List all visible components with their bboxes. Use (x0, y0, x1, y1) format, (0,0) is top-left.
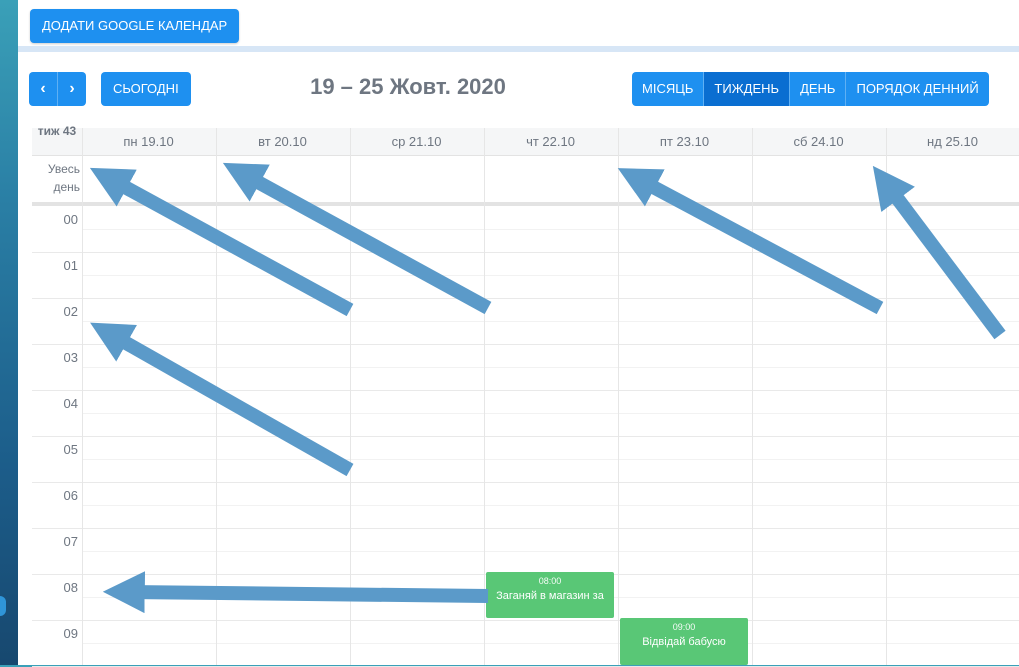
column-divider (216, 128, 217, 665)
day-header-sat[interactable]: сб 24.10 (752, 134, 885, 149)
all-day-row[interactable]: Увесь день (32, 156, 1019, 206)
side-indicator (0, 596, 6, 616)
calendar-event[interactable]: 08:00 Заганяй в магазин за (486, 572, 614, 618)
calendar-event[interactable]: 09:00 Відвідай бабусю (620, 618, 748, 665)
hour-row[interactable]: 04 (32, 390, 1019, 437)
day-header-fri[interactable]: пт 23.10 (618, 134, 751, 149)
column-divider (350, 128, 351, 665)
view-switcher: МІСЯЦЬ ТИЖДЕНЬ ДЕНЬ ПОРЯДОК ДЕННИЙ (632, 72, 989, 106)
chevron-right-icon: › (69, 80, 75, 97)
view-month-button[interactable]: МІСЯЦЬ (632, 72, 705, 106)
hour-label: 06 (63, 488, 78, 503)
column-divider (484, 128, 485, 665)
day-header-tue[interactable]: вт 20.10 (216, 134, 349, 149)
hour-row[interactable]: 02 (32, 298, 1019, 345)
event-time: 09:00 (672, 622, 696, 632)
add-google-calendar-button[interactable]: ДОДАТИ GOOGLE КАЛЕНДАР (30, 9, 240, 43)
prev-week-button[interactable]: ‹ (29, 72, 58, 106)
event-time: 08:00 (538, 576, 562, 586)
hour-label: 03 (63, 350, 78, 365)
hour-label: 07 (63, 534, 78, 549)
hour-label: 01 (63, 258, 78, 273)
day-header-wed[interactable]: ср 21.10 (350, 134, 483, 149)
day-header-thu[interactable]: чт 22.10 (484, 134, 617, 149)
week-number: тиж 43 (37, 124, 77, 138)
column-divider (82, 128, 83, 665)
day-header-mon[interactable]: пн 19.10 (82, 134, 215, 149)
all-day-label: Увесь день (47, 162, 80, 194)
hour-row[interactable]: 05 (32, 436, 1019, 483)
hour-row[interactable]: 03 (32, 344, 1019, 391)
view-day-button[interactable]: ДЕНЬ (790, 72, 847, 106)
view-agenda-button[interactable]: ПОРЯДОК ДЕННИЙ (846, 72, 989, 106)
event-title: Відвідай бабусю (642, 636, 726, 648)
calendar-panel: ‹ › СЬОГОДНІ 19 – 25 Жовт. 2020 МІСЯЦЬ Т… (18, 52, 1019, 667)
view-week-button[interactable]: ТИЖДЕНЬ (704, 72, 791, 106)
hour-row[interactable]: 07 (32, 528, 1019, 575)
top-bar: ДОДАТИ GOOGLE КАЛЕНДАР (18, 0, 1019, 52)
column-divider (886, 128, 887, 665)
today-button[interactable]: СЬОГОДНІ (101, 72, 191, 106)
hour-row[interactable]: 09 (32, 620, 1019, 667)
column-divider (752, 128, 753, 665)
hour-row[interactable]: 06 (32, 482, 1019, 529)
day-header-sun[interactable]: нд 25.10 (886, 134, 1019, 149)
nav-group: ‹ › (29, 72, 86, 106)
hour-label: 09 (63, 626, 78, 641)
hour-label: 00 (63, 212, 78, 227)
week-grid: тиж 43 пн 19.10 вт 20.10 ср 21.10 чт 22.… (32, 124, 1019, 667)
day-header-row: тиж 43 пн 19.10 вт 20.10 ср 21.10 чт 22.… (32, 124, 1019, 156)
hour-label: 02 (63, 304, 78, 319)
hour-label: 04 (63, 396, 78, 411)
column-divider (618, 128, 619, 665)
date-range-title: 19 – 25 Жовт. 2020 (310, 74, 506, 99)
hour-row[interactable]: 00 (32, 206, 1019, 253)
next-week-button[interactable]: › (58, 72, 86, 106)
hour-label: 08 (63, 580, 78, 595)
calendar-toolbar: ‹ › СЬОГОДНІ 19 – 25 Жовт. 2020 МІСЯЦЬ Т… (18, 52, 1019, 128)
chevron-left-icon: ‹ (40, 80, 46, 97)
hour-label: 05 (63, 442, 78, 457)
event-title: Заганяй в магазин за (496, 590, 604, 602)
hour-row[interactable]: 01 (32, 252, 1019, 299)
